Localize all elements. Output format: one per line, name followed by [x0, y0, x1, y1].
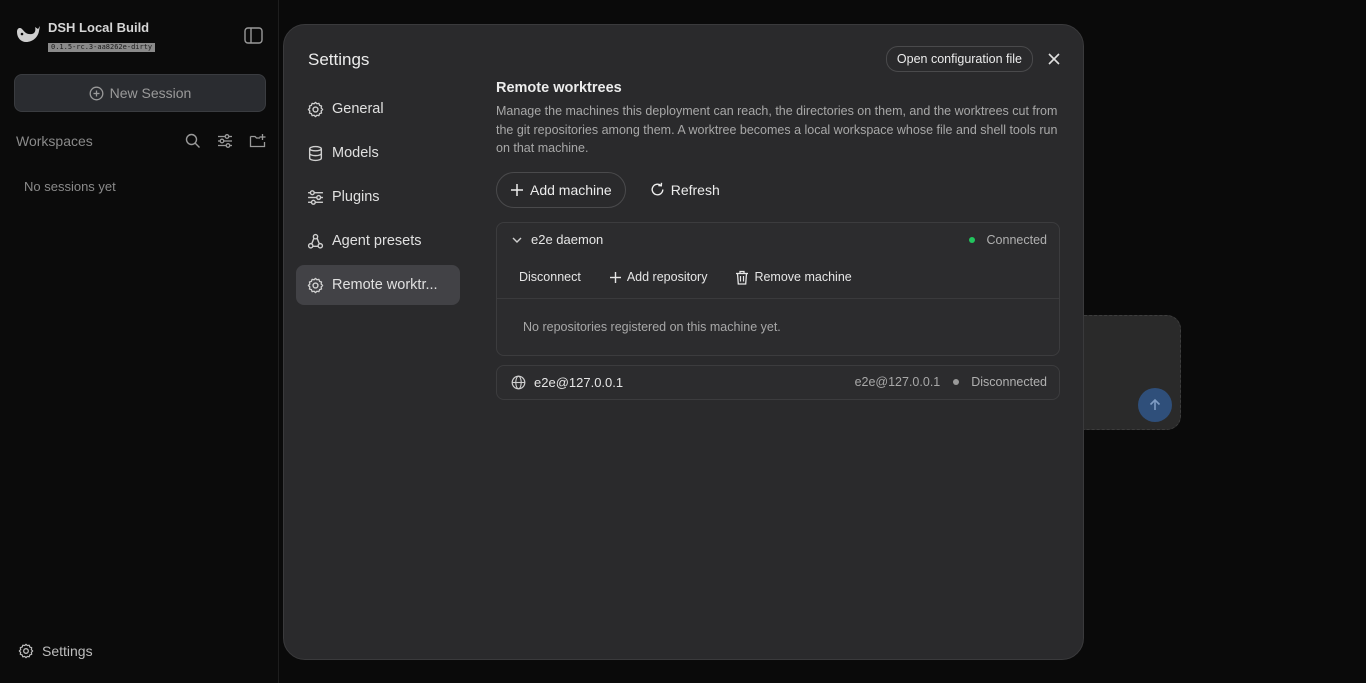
- workspaces-header: Workspaces: [16, 131, 266, 151]
- add-repository-label: Add repository: [626, 270, 708, 284]
- globe-icon: [511, 375, 526, 389]
- database-icon: [308, 145, 323, 161]
- chevron-down-icon: [512, 237, 522, 243]
- machine-host: e2e@127.0.0.1: [854, 375, 941, 389]
- disconnect-button[interactable]: Disconnect: [519, 270, 581, 284]
- toggle-sidebar-icon[interactable]: [244, 27, 263, 44]
- version-badge: 0.1.5-rc.3-aa8262e-dirty: [48, 43, 156, 52]
- remote-worktrees-panel: Remote worktrees Manage the machines thi…: [496, 80, 1060, 400]
- sliders-icon: [308, 189, 323, 205]
- nav-agent-presets[interactable]: Agent presets: [296, 221, 460, 261]
- arrow-up-icon: [1149, 398, 1161, 410]
- new-session-button[interactable]: New Session: [14, 74, 266, 112]
- brand: DSH Local Build 0.1.5-rc.3-aa8262e-dirty: [14, 20, 156, 54]
- status-text: Connected: [986, 232, 1047, 247]
- nav-models[interactable]: Models: [296, 133, 460, 173]
- nav-plugins[interactable]: Plugins: [296, 177, 460, 217]
- machine-actions: Disconnect Add repository Remove machine: [497, 257, 1059, 299]
- nav-general[interactable]: General: [296, 89, 460, 129]
- sidebar-settings-button[interactable]: Settings: [18, 643, 93, 659]
- close-icon[interactable]: [1045, 50, 1063, 68]
- nav-label: Models: [332, 145, 379, 161]
- send-button[interactable]: [1138, 388, 1172, 422]
- status-dot: [968, 236, 975, 243]
- nav-label: Remote worktr...: [332, 277, 438, 293]
- status-text: Disconnected: [971, 375, 1047, 389]
- machine-name: e2e@127.0.0.1: [534, 374, 624, 390]
- workspaces-title: Workspaces: [16, 133, 93, 149]
- modal-title: Settings: [308, 50, 370, 69]
- settings-modal: Settings Open configuration file General…: [283, 24, 1084, 660]
- section-title: Remote worktrees: [496, 80, 622, 96]
- plus-icon: [609, 271, 621, 283]
- gear-icon: [18, 643, 34, 659]
- machine-card: e2e daemon Connected Disconnect Add repo…: [496, 221, 1060, 356]
- add-repository-button[interactable]: Add repository: [609, 270, 708, 284]
- gear-icon: [307, 101, 324, 117]
- nav-label: Plugins: [332, 189, 380, 205]
- machine-name: e2e daemon: [531, 232, 604, 247]
- plus-circle-icon: [89, 86, 104, 100]
- sidebar: DSH Local Build 0.1.5-rc.3-aa8262e-dirty…: [0, 0, 279, 683]
- add-machine-button[interactable]: Add machine: [496, 171, 626, 208]
- status-dot: [953, 379, 960, 385]
- settings-nav: General Models Plugins Agent presets Rem…: [296, 89, 460, 309]
- empty-sessions-text: No sessions yet: [24, 179, 116, 194]
- trash-icon: [736, 270, 749, 285]
- nav-label: General: [332, 101, 384, 117]
- refresh-icon: [651, 182, 664, 196]
- gear-icon: [307, 277, 324, 293]
- remove-machine-button[interactable]: Remove machine: [735, 270, 852, 285]
- section-description: Manage the machines this deployment can …: [496, 104, 1058, 155]
- app-title: DSH Local Build: [48, 20, 150, 35]
- toolbar: Add machine Refresh: [496, 171, 1060, 208]
- machine-card[interactable]: e2e@127.0.0.1 e2e@127.0.0.1 Disconnected: [496, 364, 1060, 400]
- nav-remote-worktrees[interactable]: Remote worktr...: [296, 265, 460, 305]
- new-folder-icon[interactable]: [248, 132, 266, 150]
- filter-sliders-icon[interactable]: [216, 132, 234, 150]
- plus-icon: [511, 183, 523, 196]
- refresh-label: Refresh: [670, 181, 720, 198]
- agent-icon: [307, 233, 324, 249]
- machine-header[interactable]: e2e daemon Connected: [497, 223, 1059, 257]
- refresh-button[interactable]: Refresh: [650, 182, 720, 198]
- open-config-button[interactable]: Open configuration file: [885, 46, 1033, 72]
- empty-repositories-text: No repositories registered on this machi…: [523, 319, 781, 334]
- remove-machine-label: Remove machine: [754, 270, 852, 284]
- add-machine-label: Add machine: [530, 181, 612, 198]
- settings-label: Settings: [42, 643, 93, 659]
- whale-logo-icon: [17, 26, 40, 42]
- nav-label: Agent presets: [332, 233, 422, 249]
- new-session-label: New Session: [109, 85, 192, 101]
- search-icon[interactable]: [184, 132, 202, 150]
